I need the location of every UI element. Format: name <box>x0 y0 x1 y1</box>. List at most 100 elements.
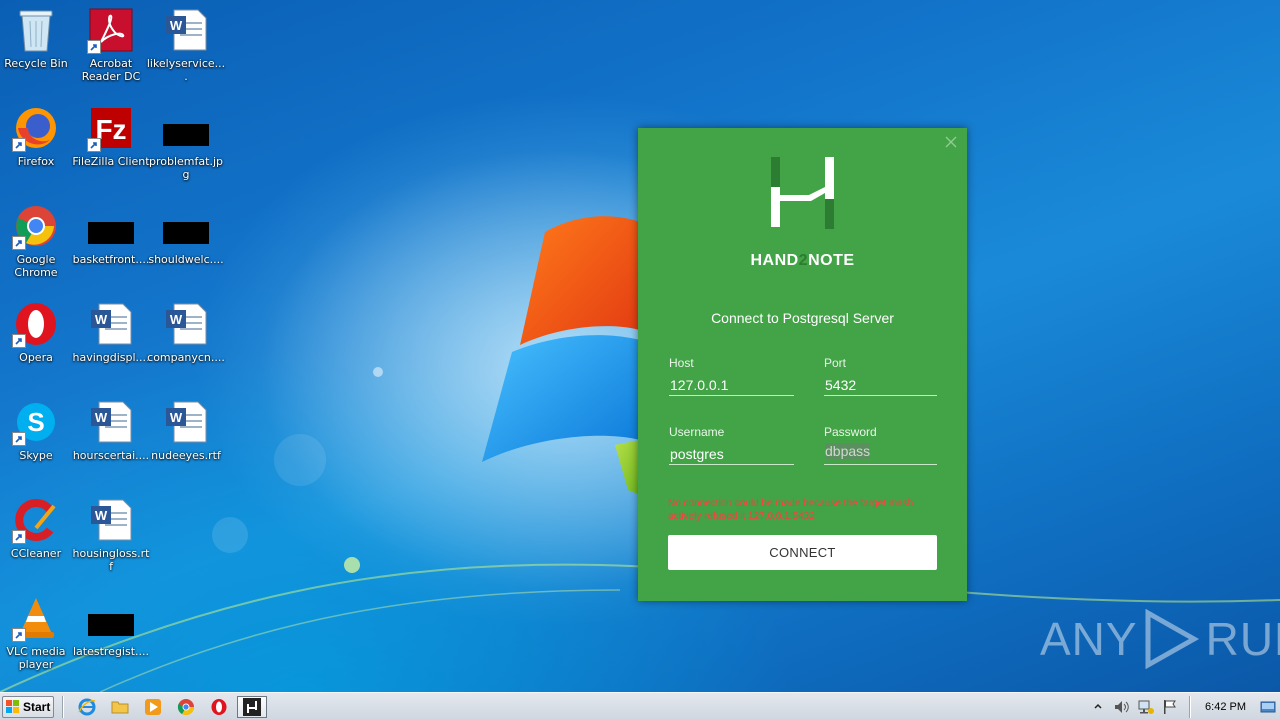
image-thumbnail-icon <box>162 202 210 250</box>
clock[interactable]: 6:42 PM <box>1205 701 1246 713</box>
desktop-icon-acrobat[interactable]: Acrobat Reader DC <box>75 6 147 98</box>
close-icon[interactable] <box>943 134 959 150</box>
word-document-icon: W <box>162 398 210 446</box>
desktop-icon-ccleaner[interactable]: CCleaner <box>0 496 72 588</box>
desktop-icon-filezilla[interactable]: Fz FileZilla Client <box>72 104 150 196</box>
volume-icon[interactable] <box>1113 698 1131 716</box>
show-hidden-icons-chevron-icon[interactable] <box>1089 698 1107 716</box>
port-input[interactable] <box>824 374 937 396</box>
firefox-icon <box>12 104 60 152</box>
svg-text:W: W <box>170 312 183 327</box>
desktop-icon-hourscertai[interactable]: W hourscertai.... <box>73 398 149 490</box>
svg-text:W: W <box>95 312 108 327</box>
host-input[interactable] <box>669 374 794 396</box>
start-label: Start <box>23 699 51 714</box>
desktop-icon-label: basketfront.... <box>72 253 150 266</box>
desktop-icon-label: FileZilla Client <box>72 155 150 168</box>
show-desktop-icon[interactable] <box>1260 699 1276 715</box>
shortcut-arrow-icon <box>87 138 101 152</box>
taskbar-opera[interactable] <box>204 696 234 718</box>
hand2note-logo-icon <box>771 157 834 229</box>
password-selected-text: dbpass <box>825 443 871 459</box>
host-field: Host <box>669 356 794 396</box>
desktop-icon-havingdispl[interactable]: W havingdispl.... <box>72 300 150 392</box>
desktop-icon-label: Opera <box>19 351 53 364</box>
password-input[interactable]: dbpass <box>824 443 937 465</box>
desktop-icon-label: problemfat.jpg <box>149 155 223 181</box>
desktop-icon-basketfront[interactable]: basketfront.... <box>73 202 149 294</box>
taskbar-media-player[interactable] <box>138 696 168 718</box>
shortcut-arrow-icon <box>12 138 26 152</box>
filezilla-icon: Fz <box>87 104 135 152</box>
desktop-icon-label: companycn.... <box>147 351 225 364</box>
svg-text:S: S <box>27 407 44 437</box>
desktop-icon-label: nudeeyes.rtf <box>151 449 221 462</box>
word-document-icon: W <box>162 6 210 54</box>
recycle-bin-icon <box>12 6 60 54</box>
opera-icon <box>12 300 60 348</box>
desktop-icon-problemfat[interactable]: problemfat.jpg <box>149 104 223 196</box>
taskbar-hand2note[interactable] <box>237 695 267 718</box>
desktop-icon-recycle-bin[interactable]: Recycle Bin <box>0 6 72 98</box>
desktop-icon-nudeeyes[interactable]: W nudeeyes.rtf <box>150 398 222 490</box>
connect-button[interactable]: CONNECT <box>668 535 937 570</box>
shortcut-arrow-icon <box>12 628 26 642</box>
desktop-icon-label: havingdispl.... <box>72 351 150 364</box>
word-document-icon: W <box>87 496 135 544</box>
desktop-icon-companycn[interactable]: W companycn.... <box>147 300 225 392</box>
dialog-title: Connect to Postgresql Server <box>711 310 894 326</box>
folder-icon <box>111 701 129 713</box>
shortcut-arrow-icon <box>12 236 26 250</box>
hand2note-icon <box>243 697 261 716</box>
action-center-flag-icon[interactable] <box>1161 698 1179 716</box>
taskbar-internet-explorer[interactable] <box>72 696 102 718</box>
windows-logo-icon <box>6 699 19 713</box>
username-field: Username <box>669 425 794 465</box>
desktop-icon-label: Google Chrome <box>14 253 58 279</box>
desktop-icon-label: housingloss.rtf <box>72 547 150 573</box>
desktop-icon-latestregist[interactable]: latestregist.... <box>73 594 149 686</box>
port-field: Port <box>824 356 937 396</box>
desktop-icon-likelyservice[interactable]: W likelyservice.... <box>147 6 225 98</box>
desktop-icon-label: CCleaner <box>10 547 62 560</box>
host-label: Host <box>669 356 694 370</box>
desktop-icon-shouldwelc[interactable]: shouldwelc.... <box>148 202 224 294</box>
desktop-icon-skype[interactable]: S Skype <box>0 398 72 490</box>
desktop-icon-label: VLC media player <box>6 645 66 671</box>
desktop-icon-label: Firefox <box>17 155 55 168</box>
password-field: Password dbpass <box>824 425 937 465</box>
desktop-icon-vlc[interactable]: VLC media player <box>0 594 72 686</box>
taskbar-file-explorer[interactable] <box>105 696 135 718</box>
chrome-icon <box>177 698 195 715</box>
desktop: Recycle Bin Firefox Google Chrome Opera … <box>0 0 1280 692</box>
desktop-icon-label: Acrobat Reader DC <box>81 57 141 83</box>
anyrun-watermark: ANY RUN <box>1040 606 1280 672</box>
opera-icon <box>211 698 227 715</box>
brand-name: HAND2NOTE <box>750 252 855 269</box>
connection-error-message: No connection could be made because the … <box>668 498 914 522</box>
network-icon[interactable] <box>1137 698 1155 716</box>
vlc-cone-icon <box>12 594 60 642</box>
taskbar-separator <box>62 695 64 718</box>
desktop-icon-label: Recycle Bin <box>4 57 68 70</box>
shortcut-arrow-icon <box>87 40 101 54</box>
word-document-icon: W <box>162 300 210 348</box>
desktop-icon-opera[interactable]: Opera <box>0 300 72 392</box>
media-player-icon <box>145 698 161 715</box>
desktop-icon-label: latestregist.... <box>72 645 150 658</box>
watermark-right-text: RUN <box>1205 613 1280 665</box>
chrome-icon <box>12 202 60 250</box>
watermark-left-text: ANY <box>1040 613 1138 665</box>
username-label: Username <box>669 425 725 439</box>
desktop-icon-firefox[interactable]: Firefox <box>0 104 72 196</box>
taskbar-chrome[interactable] <box>171 696 201 718</box>
svg-text:W: W <box>170 18 183 33</box>
play-triangle-icon <box>1145 609 1199 669</box>
taskbar: Start 6:42 PM <box>0 692 1280 720</box>
start-button[interactable]: Start <box>2 695 54 718</box>
desktop-icon-housingloss[interactable]: W housingloss.rtf <box>73 496 150 588</box>
skype-icon: S <box>12 398 60 446</box>
desktop-icon-google-chrome[interactable]: Google Chrome <box>0 202 72 294</box>
username-input[interactable] <box>669 443 794 465</box>
port-label: Port <box>824 356 847 370</box>
